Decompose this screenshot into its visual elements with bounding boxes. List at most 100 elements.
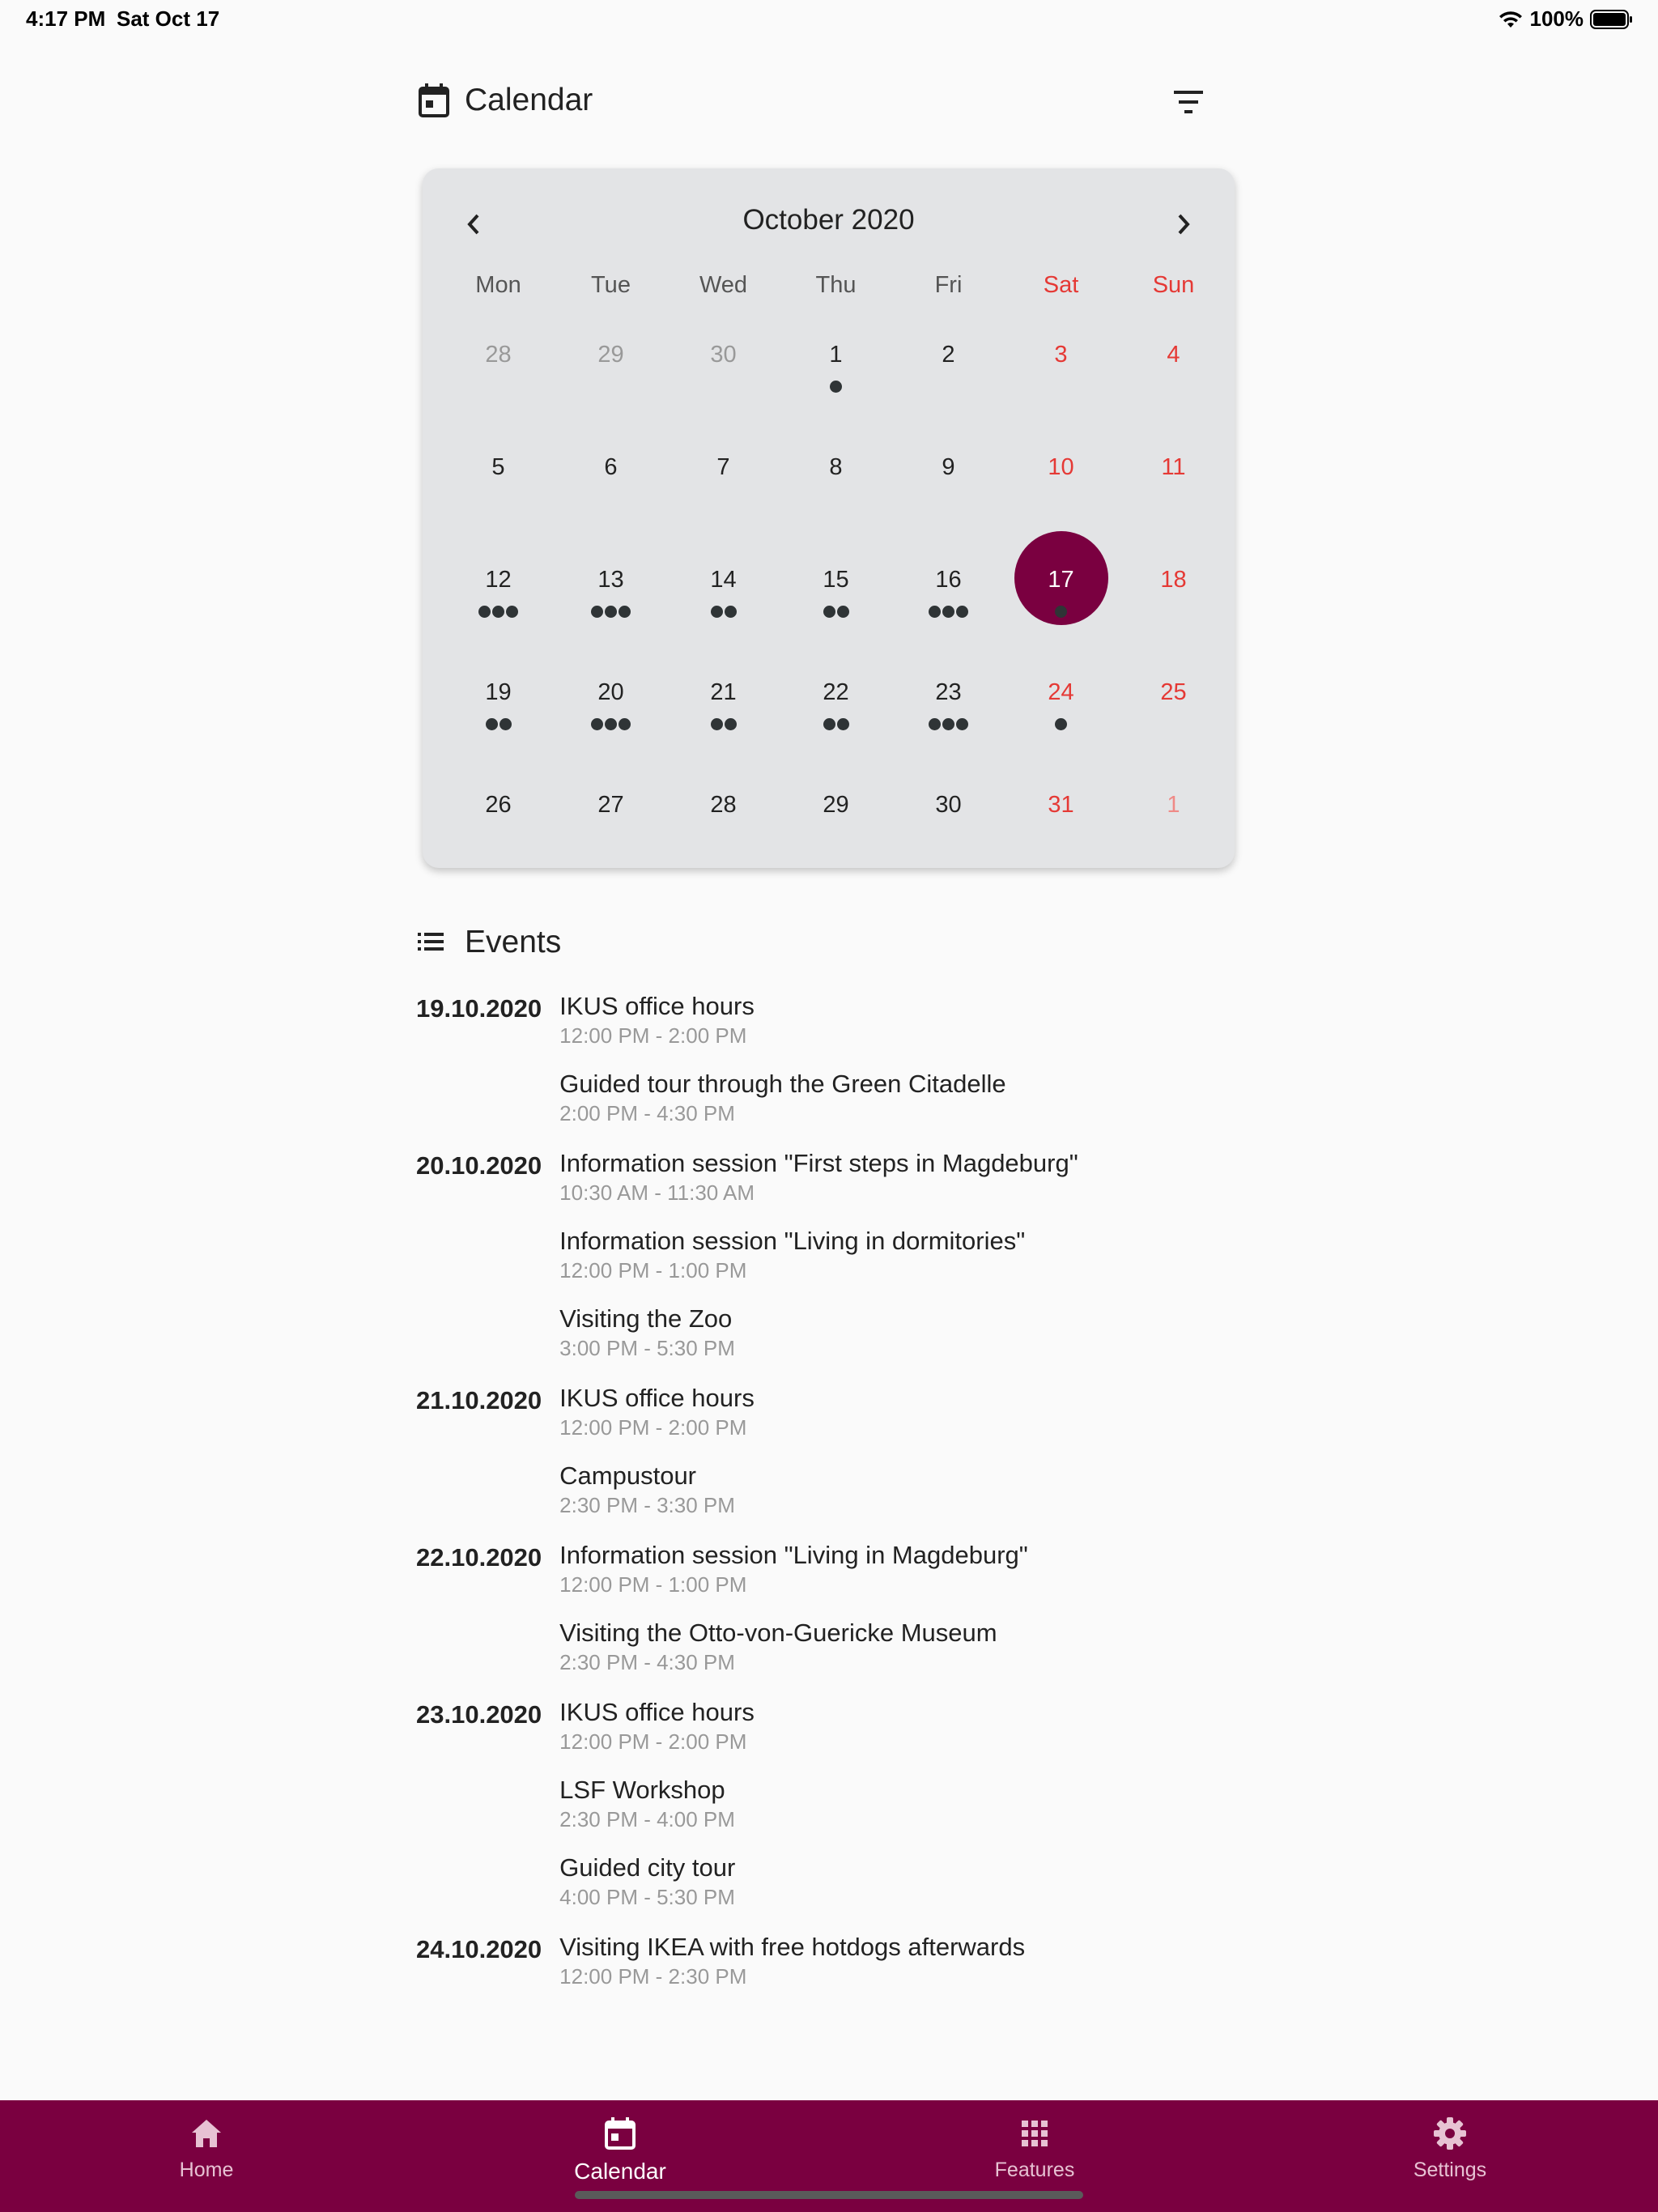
status-time: 4:17 PM	[26, 6, 106, 31]
calendar-day[interactable]: 5	[442, 451, 555, 564]
nav-features[interactable]: Features	[946, 2115, 1124, 2182]
calendar-day[interactable]: 29	[780, 789, 892, 901]
event-dot	[619, 718, 631, 730]
calendar-day[interactable]: 7	[667, 451, 780, 564]
event-indicator	[667, 718, 780, 730]
event-dot	[591, 606, 603, 618]
weekday-label: Thu	[815, 272, 857, 298]
nav-calendar[interactable]: Calendar	[531, 2115, 709, 2184]
calendar-day[interactable]: 19	[442, 676, 555, 789]
wifi-icon	[1499, 11, 1522, 28]
event-date: 19.10.2020	[416, 994, 542, 1023]
calendar-day[interactable]: 21	[667, 676, 780, 789]
calendar-day[interactable]: 14	[667, 564, 780, 676]
status-indicators: 100%	[1498, 6, 1635, 32]
event-title: Visiting IKEA with free hotdogs afterwar…	[559, 1933, 1026, 1961]
status-date: Sat Oct 17	[117, 6, 220, 31]
calendar-day[interactable]: 11	[1117, 451, 1230, 564]
chevron-right-icon	[1178, 214, 1190, 235]
calendar-day[interactable]: 28	[667, 789, 780, 901]
event-dot	[724, 718, 737, 730]
event-dot	[836, 606, 849, 618]
calendar-day[interactable]: 20	[555, 676, 667, 789]
event-dot	[956, 718, 968, 730]
day-number: 12	[485, 567, 512, 593]
event-title: IKUS office hours	[559, 1384, 755, 1412]
event-item[interactable]: IKUS office hours 12:00 PM - 2:00 PM	[559, 989, 1307, 1048]
event-item[interactable]: Guided tour through the Green Citadelle 2…	[559, 1067, 1307, 1125]
event-title: Guided city tour	[559, 1853, 736, 1882]
month-label: October 2020	[742, 204, 915, 236]
event-title: LSF Workshop	[559, 1776, 725, 1804]
calendar-day[interactable]: 4	[1117, 338, 1230, 451]
calendar-day[interactable]: 9	[892, 451, 1005, 564]
event-item[interactable]: Information session "Living in dormitori…	[559, 1224, 1307, 1283]
calendar-day[interactable]: 22	[780, 676, 892, 789]
weekday-label: Tue	[591, 272, 631, 298]
event-title: Information session "Living in dormitori…	[559, 1227, 1026, 1255]
day-number: 6	[604, 454, 618, 480]
event-title: IKUS office hours	[559, 992, 755, 1020]
event-time: 2:30 PM - 4:00 PM	[559, 1807, 735, 1831]
event-item[interactable]: Campustour 2:30 PM - 3:30 PM	[559, 1459, 1307, 1517]
calendar-day[interactable]: 1	[780, 338, 892, 451]
calendar-day[interactable]: 30	[892, 789, 1005, 901]
day-number: 29	[823, 792, 849, 818]
day-number: 25	[1160, 679, 1187, 705]
event-dot	[605, 606, 617, 618]
event-item[interactable]: Information session "First steps in Magd…	[559, 1146, 1307, 1205]
calendar-day[interactable]: 29	[555, 338, 667, 451]
calendar-day[interactable]: 24	[1005, 676, 1117, 789]
calendar-day[interactable]: 3	[1005, 338, 1117, 451]
day-number: 2	[942, 342, 955, 368]
day-number: 15	[823, 567, 849, 593]
list-icon	[418, 933, 444, 951]
event-item[interactable]: IKUS office hours 12:00 PM - 2:00 PM	[559, 1695, 1307, 1754]
event-dot	[478, 606, 491, 618]
event-dot	[506, 606, 518, 618]
calendar-day[interactable]: 6	[555, 451, 667, 564]
event-items: IKUS office hours 12:00 PM - 2:00 PM LSF W…	[559, 1695, 1307, 1909]
day-number: 13	[597, 567, 624, 593]
event-item[interactable]: Guided city tour 4:00 PM - 5:30 PM	[559, 1851, 1307, 1909]
calendar-day[interactable]: 26	[442, 789, 555, 901]
day-number: 1	[829, 342, 843, 368]
calendar-day[interactable]: 12	[442, 564, 555, 676]
calendar-day-selected[interactable]: 17	[1005, 531, 1117, 676]
event-item[interactable]: Visiting the Otto-von-Guericke Museum 2:3…	[559, 1616, 1307, 1674]
filter-icon[interactable]	[1167, 84, 1209, 120]
calendar-day[interactable]: 1	[1117, 789, 1230, 901]
calendar-day[interactable]: 31	[1005, 789, 1117, 901]
calendar-day[interactable]: 30	[667, 338, 780, 451]
calendar-day[interactable]: 23	[892, 676, 1005, 789]
event-indicator	[442, 718, 555, 730]
calendar-day[interactable]: 15	[780, 564, 892, 676]
calendar-widget: October 2020 Mon Tue Wed Thu Fri Sat Sun 28 29 3…	[423, 168, 1235, 868]
event-item[interactable]: Visiting the Zoo 3:00 PM - 5:30 PM	[559, 1302, 1307, 1360]
calendar-day[interactable]: 18	[1117, 564, 1230, 676]
event-item[interactable]: LSF Workshop 2:30 PM - 4:00 PM	[559, 1773, 1307, 1831]
battery-icon	[1590, 9, 1632, 29]
event-items: IKUS office hours 12:00 PM - 2:00 PM Guide…	[559, 989, 1307, 1125]
calendar-day[interactable]: 27	[555, 789, 667, 901]
calendar-day[interactable]: 25	[1117, 676, 1230, 789]
calendar-day[interactable]: 16	[892, 564, 1005, 676]
event-item[interactable]: IKUS office hours 12:00 PM - 2:00 PM	[559, 1381, 1307, 1440]
day-number: 26	[485, 792, 512, 818]
next-month-button[interactable]	[1163, 204, 1204, 245]
event-dot	[956, 606, 968, 618]
event-time: 4:00 PM - 5:30 PM	[559, 1885, 735, 1909]
calendar-day[interactable]: 13	[555, 564, 667, 676]
nav-settings-label: Settings	[1413, 2159, 1487, 2181]
event-indicator	[780, 606, 892, 618]
nav-settings[interactable]: Settings	[1361, 2115, 1539, 2182]
event-item[interactable]: Visiting IKEA with free hotdogs afterwar…	[559, 1930, 1307, 1989]
calendar-day[interactable]: 8	[780, 451, 892, 564]
nav-home[interactable]: Home	[117, 2115, 295, 2182]
event-title: Visiting the Otto-von-Guericke Museum	[559, 1619, 997, 1647]
event-item[interactable]: Information session "Living in Magdeburg…	[559, 1538, 1307, 1597]
calendar-day[interactable]: 2	[892, 338, 1005, 451]
event-dot	[836, 718, 849, 730]
day-number: 10	[1048, 454, 1074, 480]
calendar-day[interactable]: 28	[442, 338, 555, 451]
